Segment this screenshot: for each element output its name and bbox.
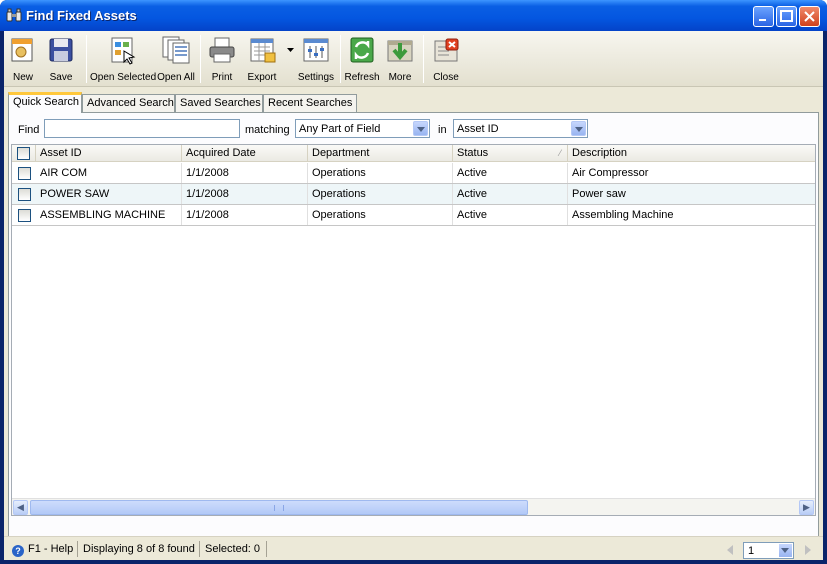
cell-asset-id: ASSEMBLING MACHINE [36,205,182,225]
results-count: Displaying 8 of 8 found [79,541,200,557]
chevron-down-icon[interactable] [779,544,792,557]
next-page-icon[interactable] [805,545,811,555]
previous-page-icon[interactable] [727,545,733,555]
results-grid: Asset ID Acquired Date Department Status… [11,144,816,516]
cell-description: Power saw [572,188,626,200]
matching-select[interactable]: Any Part of Field [295,119,430,138]
floppy-disk-icon [49,38,73,62]
table-row[interactable]: AIR COM 1/1/2008 Operations Active Air C… [12,163,815,184]
export-button[interactable]: Export [244,34,294,86]
more-icon [387,40,413,62]
tab-advanced-search[interactable]: Advanced Search [82,94,175,112]
close-icon [804,11,815,22]
open-all-icon [162,36,190,64]
cell-description: Assembling Machine [572,209,674,221]
scroll-left-button[interactable]: ◀ [13,500,28,515]
refresh-icon [350,37,374,63]
more-button[interactable]: More [383,34,417,86]
minimize-button[interactable] [753,6,774,27]
close-button[interactable]: Close [428,34,464,86]
column-header-acquired-date[interactable]: Acquired Date [182,145,308,162]
minimize-icon [759,19,766,21]
save-button[interactable]: Save [44,34,78,86]
maximize-button[interactable] [776,6,797,27]
sort-icon: ⁄ [559,148,561,158]
chevron-down-icon[interactable] [571,121,586,136]
horizontal-scrollbar[interactable]: ◀ ▶ [12,498,815,515]
column-header-description[interactable]: Description [568,145,815,162]
row-checkbox[interactable] [18,167,31,180]
grid-header: Asset ID Acquired Date Department Status… [12,145,815,162]
toolbar: New Save Open Selected Open All Print Ex… [4,31,823,87]
cell-status: Active [453,184,568,204]
cell-acquired-date: 1/1/2008 [182,205,308,225]
print-button[interactable]: Print [204,34,240,86]
cell-status: Active [453,205,568,225]
cell-department: Operations [308,205,453,225]
help-icon: ? [12,545,24,557]
cell-status: Active [453,163,568,183]
settings-button[interactable]: Settings [296,34,336,86]
page-select[interactable]: 1 [743,542,794,559]
printer-icon [209,37,235,63]
page-number: 1 [748,545,755,557]
matching-label: matching [245,124,290,136]
column-header-asset-id[interactable]: Asset ID [36,145,182,162]
in-field-select[interactable]: Asset ID [453,119,588,138]
open-all-button[interactable]: Open All [156,34,196,86]
cell-acquired-date: 1/1/2008 [182,184,308,204]
close-window-button[interactable] [799,6,820,27]
cell-department: Operations [308,163,453,183]
in-label: in [438,124,447,136]
column-header-status-label: Status [457,147,489,159]
column-header-department[interactable]: Department [308,145,453,162]
status-bar: ? F1 - Help Displaying 8 of 8 found Selec… [4,536,823,560]
export-icon [250,38,276,63]
cell-asset-id: AIR COM [36,163,182,183]
select-all-cell [12,145,36,162]
cell-department: Operations [308,184,453,204]
scroll-thumb[interactable] [30,500,528,515]
help-label: F1 - Help [28,543,74,555]
binoculars-icon [6,8,22,22]
select-all-checkbox[interactable] [17,147,30,160]
cell-acquired-date: 1/1/2008 [182,163,308,183]
row-checkbox[interactable] [18,209,31,222]
open-selected-icon [111,37,136,65]
find-input[interactable] [44,119,240,138]
settings-icon [303,38,329,62]
table-row[interactable]: POWER SAW 1/1/2008 Operations Active Pow… [12,184,815,205]
column-header-status[interactable]: Status ⁄ [453,145,568,162]
help-link[interactable]: ? F1 - Help [8,541,78,557]
tab-quick-search[interactable]: Quick Search [8,92,82,113]
close-icon [434,38,459,62]
window-title: Find Fixed Assets [26,8,137,23]
find-fixed-assets-window: Find Fixed Assets New Save Open Selected… [0,0,827,564]
new-document-icon [11,38,33,62]
table-row[interactable]: ASSEMBLING MACHINE 1/1/2008 Operations A… [12,205,815,226]
tab-recent-searches[interactable]: Recent Searches [263,94,357,112]
tab-saved-searches[interactable]: Saved Searches [175,94,263,112]
title-bar[interactable]: Find Fixed Assets [0,0,827,31]
scroll-right-button[interactable]: ▶ [799,500,814,515]
refresh-button[interactable]: Refresh [343,34,381,86]
cell-description: Air Compressor [572,167,649,179]
new-button[interactable]: New [6,34,40,86]
find-label: Find [18,124,40,136]
matching-value: Any Part of Field [299,123,381,135]
chevron-down-icon[interactable] [413,121,428,136]
row-checkbox[interactable] [18,188,31,201]
maximize-icon [780,10,793,22]
window-client: New Save Open Selected Open All Print Ex… [4,31,823,560]
in-field-value: Asset ID [457,123,499,135]
selected-count: Selected: 0 [201,541,267,557]
open-selected-button[interactable]: Open Selected [90,34,156,86]
chevron-down-icon [287,48,294,52]
cell-asset-id: POWER SAW [36,184,182,204]
quick-search-panel: Find matching Any Part of Field in Asset… [8,112,819,549]
